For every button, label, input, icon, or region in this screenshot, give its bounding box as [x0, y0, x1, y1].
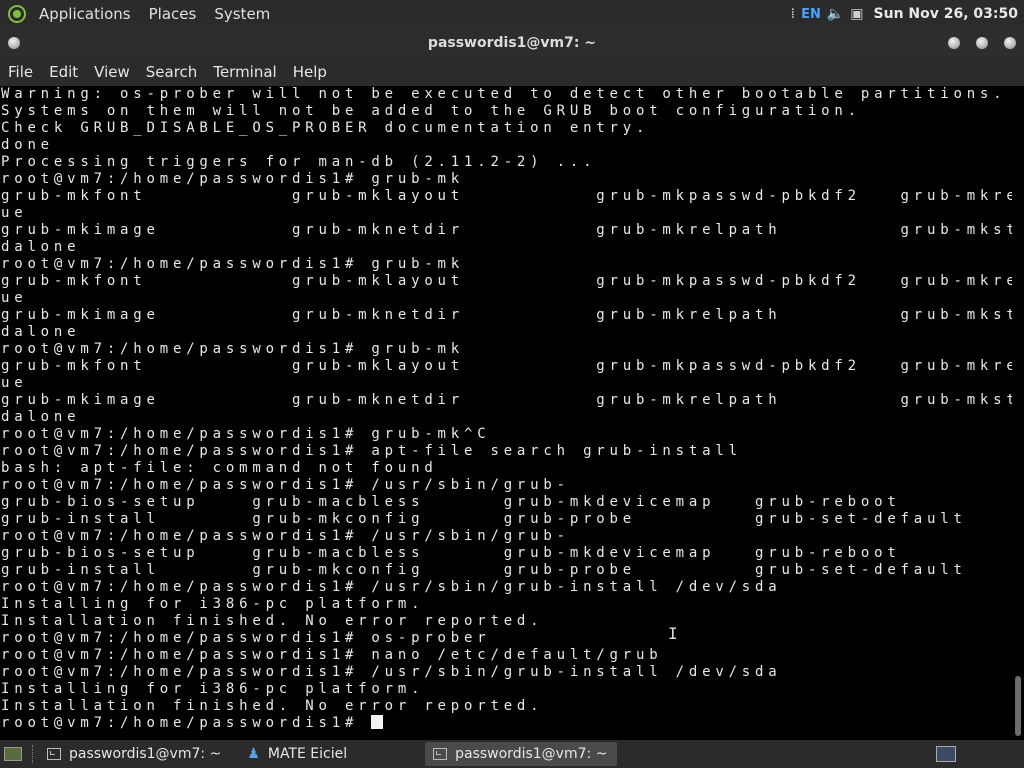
- menu-edit[interactable]: Edit: [41, 63, 86, 81]
- menu-search[interactable]: Search: [138, 63, 206, 81]
- terminal-line: dalone: [1, 409, 81, 425]
- show-desktop-icon[interactable]: [4, 747, 22, 761]
- terminal-line: root@vm7:/home/passwordis1# grub-mk: [1, 171, 465, 187]
- terminal-line: root@vm7:/home/passwordis1# /usr/sbin/gr…: [1, 664, 782, 680]
- tray-handle-icon: ⁞: [790, 6, 796, 22]
- applications-menu[interactable]: Applications: [30, 0, 140, 28]
- taskbar-item-eiciel[interactable]: ♟ MATE Eiciel: [239, 742, 355, 766]
- menu-file[interactable]: File: [0, 63, 41, 81]
- clock[interactable]: Sun Nov 26, 03:50: [874, 6, 1018, 22]
- terminal-icon: [47, 748, 61, 760]
- terminal-line: grub-mkimage grub-mknetdir grub-mkrelpat…: [1, 222, 1012, 238]
- maximize-button[interactable]: [976, 37, 988, 49]
- terminal-line: Installing for i386-pc platform.: [1, 681, 425, 697]
- terminal-line: root@vm7:/home/passwordis1# apt-file sea…: [1, 443, 742, 459]
- terminal-line: ue: [1, 205, 28, 221]
- mouse-ibeam-icon: I: [668, 624, 678, 643]
- scrollbar-thumb[interactable]: [1015, 676, 1021, 736]
- terminal-line: Systems on them will not be added to the…: [1, 103, 861, 119]
- terminal-line: grub-mkfont grub-mklayout grub-mkpasswd-…: [1, 273, 1012, 289]
- main-menu: Applications Places System: [0, 0, 279, 28]
- terminal-line: grub-mkimage grub-mknetdir grub-mkrelpat…: [1, 392, 1012, 408]
- terminal-line: ue: [1, 375, 28, 391]
- terminal-icon: [433, 748, 448, 760]
- menu-terminal[interactable]: Terminal: [205, 63, 284, 81]
- terminal-cursor: [371, 715, 384, 729]
- terminal-line: bash: apt-file: command not found: [1, 460, 438, 476]
- terminal-line: dalone: [1, 239, 81, 255]
- places-menu[interactable]: Places: [140, 0, 206, 28]
- terminal-line: root@vm7:/home/passwordis1# grub-mk: [1, 341, 465, 357]
- terminal-line: root@vm7:/home/passwordis1# grub-mk: [1, 256, 465, 272]
- window-title: passwordis1@vm7: ~: [427, 35, 597, 51]
- terminal-line: grub-bios-setup grub-macbless grub-mkdev…: [1, 494, 901, 510]
- terminal-line: Installation finished. No error reported…: [1, 698, 544, 714]
- terminal-line: grub-bios-setup grub-macbless grub-mkdev…: [1, 545, 901, 561]
- workspace-switcher[interactable]: [936, 746, 956, 762]
- terminal-menubar: File Edit View Search Terminal Help: [0, 58, 1024, 86]
- menu-view[interactable]: View: [86, 63, 138, 81]
- terminal-line: dalone: [1, 324, 81, 340]
- terminal-line: grub-mkimage grub-mknetdir grub-mkrelpat…: [1, 307, 1012, 323]
- terminal-line: Processing triggers for man-db (2.11.2-2…: [1, 154, 597, 170]
- terminal-line: root@vm7:/home/passwordis1# /usr/sbin/gr…: [1, 528, 570, 544]
- terminal-text: Warning: os-prober will not be executed …: [0, 86, 1012, 732]
- volume-icon[interactable]: 🔈: [827, 6, 844, 22]
- terminal-line: Installing for i386-pc platform.: [1, 596, 425, 612]
- network-icon[interactable]: ▣: [850, 6, 863, 22]
- terminal-line: Check GRUB_DISABLE_OS_PROBER documentati…: [1, 120, 650, 136]
- terminal-line: ue: [1, 290, 28, 306]
- panel-separator: [32, 745, 35, 763]
- terminal-line: Warning: os-prober will not be executed …: [1, 86, 1007, 102]
- close-button[interactable]: [1004, 37, 1016, 49]
- terminal-line: root@vm7:/home/passwordis1# nano /etc/de…: [1, 647, 663, 663]
- terminal-line: grub-mkfont grub-mklayout grub-mkpasswd-…: [1, 358, 1012, 374]
- bottom-panel: passwordis1@vm7: ~ ♟ MATE Eiciel passwor…: [0, 740, 1024, 768]
- terminal-line: root@vm7:/home/passwordis1# os-prober: [1, 630, 491, 646]
- terminal-scrollbar[interactable]: [1012, 86, 1024, 740]
- terminal-prompt: root@vm7:/home/passwordis1#: [1, 715, 372, 731]
- top-panel: Applications Places System ⁞ EN 🔈 ▣ Sun …: [0, 0, 1024, 28]
- menu-help[interactable]: Help: [285, 63, 335, 81]
- taskbar-item-label: MATE Eiciel: [267, 746, 348, 762]
- taskbar-item-label: passwordis1@vm7: ~: [69, 746, 222, 762]
- minimize-button[interactable]: [948, 37, 960, 49]
- system-tray: ⁞ EN 🔈 ▣ Sun Nov 26, 03:50: [791, 0, 1024, 28]
- taskbar-item-label: passwordis1@vm7: ~: [455, 746, 608, 762]
- eiciel-icon: ♟: [247, 746, 260, 762]
- taskbar-item-terminal-1[interactable]: passwordis1@vm7: ~: [39, 742, 229, 766]
- distro-logo-icon[interactable]: [8, 5, 26, 23]
- terminal-line: Installation finished. No error reported…: [1, 613, 544, 629]
- terminal-output[interactable]: Warning: os-prober will not be executed …: [0, 86, 1012, 740]
- terminal-line: grub-install grub-mkconfig grub-probe gr…: [1, 562, 967, 578]
- terminal-line: grub-mkfont grub-mklayout grub-mkpasswd-…: [1, 188, 1012, 204]
- system-menu[interactable]: System: [205, 0, 279, 28]
- terminal-line: done: [1, 137, 54, 153]
- keyboard-layout-indicator[interactable]: EN: [801, 7, 821, 22]
- terminal-line: root@vm7:/home/passwordis1# /usr/sbin/gr…: [1, 477, 570, 493]
- terminal-line: root@vm7:/home/passwordis1# /usr/sbin/gr…: [1, 579, 782, 595]
- terminal-line: grub-install grub-mkconfig grub-probe gr…: [1, 511, 967, 527]
- window-titlebar[interactable]: passwordis1@vm7: ~: [0, 28, 1024, 58]
- taskbar-item-terminal-2[interactable]: passwordis1@vm7: ~: [425, 742, 618, 766]
- terminal-line: root@vm7:/home/passwordis1# grub-mk^C: [1, 426, 491, 442]
